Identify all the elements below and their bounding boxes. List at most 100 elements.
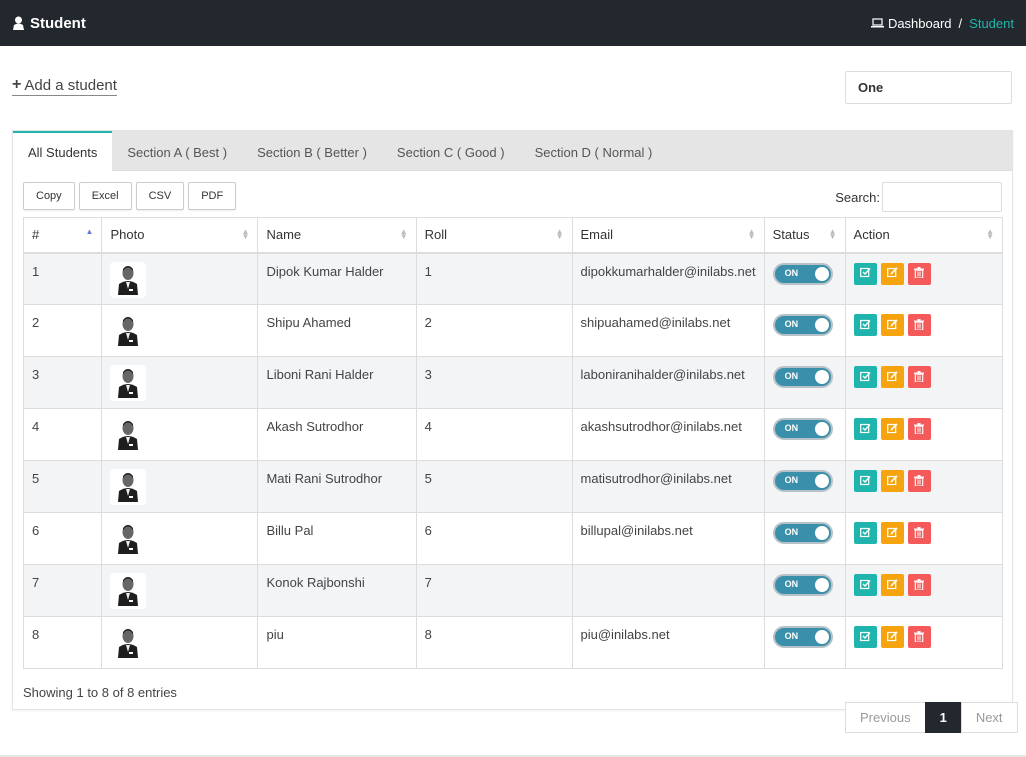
- trash-icon: [914, 370, 925, 385]
- delete-button[interactable]: [907, 522, 931, 544]
- breadcrumb-dashboard-link[interactable]: Dashboard: [870, 16, 952, 31]
- action-buttons: [853, 262, 994, 285]
- edit-button[interactable]: [880, 574, 904, 596]
- status-toggle-label: ON: [784, 475, 799, 485]
- add-student-link[interactable]: + Add a student: [12, 76, 117, 96]
- cell-photo: [101, 408, 259, 461]
- edit-button[interactable]: [880, 522, 904, 544]
- edit-button[interactable]: [880, 626, 904, 648]
- edit-icon: [886, 370, 898, 385]
- edit-button[interactable]: [880, 366, 904, 388]
- cell-name: Konok Rajbonshi: [257, 564, 417, 617]
- status-toggle[interactable]: ON: [772, 418, 833, 440]
- column-header-number[interactable]: # ▲: [22, 217, 103, 254]
- status-toggle-label: ON: [784, 631, 799, 641]
- section-tabs: All Students Section A ( Best ) Section …: [13, 131, 1012, 172]
- previous-button[interactable]: Previous: [845, 702, 926, 733]
- delete-button[interactable]: [907, 262, 931, 285]
- column-header-action[interactable]: Action ▲ ▼: [844, 217, 1004, 254]
- edit-button[interactable]: [880, 262, 904, 285]
- column-header-status[interactable]: Status ▲ ▼: [763, 217, 846, 254]
- toggle-knob: [814, 578, 829, 592]
- cell-photo: [101, 252, 259, 305]
- status-toggle[interactable]: ON: [772, 314, 833, 336]
- cell-status: ON: [763, 408, 846, 461]
- view-button[interactable]: [853, 522, 877, 544]
- edit-icon: [886, 318, 898, 333]
- view-button[interactable]: [853, 626, 877, 648]
- cell-action: [844, 408, 1004, 461]
- tab-section-a[interactable]: Section A ( Best ): [112, 131, 242, 171]
- edit-icon: [886, 474, 898, 489]
- next-button[interactable]: Next: [960, 702, 1018, 733]
- view-button[interactable]: [853, 470, 877, 492]
- delete-button[interactable]: [907, 626, 931, 648]
- excel-button[interactable]: Excel: [78, 182, 132, 210]
- cell-action: [844, 512, 1004, 565]
- table-row: 7 Konok Rajbonshi 7 ON: [22, 564, 1004, 617]
- column-label: Photo: [110, 227, 145, 243]
- csv-button[interactable]: CSV: [135, 182, 185, 210]
- status-toggle[interactable]: ON: [772, 366, 833, 388]
- page-1-button[interactable]: 1: [924, 702, 962, 733]
- edit-button[interactable]: [880, 470, 904, 492]
- delete-button[interactable]: [907, 314, 931, 336]
- edit-icon: [886, 526, 898, 541]
- view-button[interactable]: [853, 262, 877, 285]
- pdf-button[interactable]: PDF: [188, 182, 237, 210]
- search-input[interactable]: [882, 182, 1002, 212]
- student-avatar: [110, 625, 147, 661]
- status-toggle[interactable]: ON: [772, 262, 833, 285]
- view-button[interactable]: [853, 314, 877, 336]
- tab-section-c[interactable]: Section C ( Good ): [382, 131, 520, 171]
- cell-status: ON: [763, 304, 846, 357]
- column-header-name[interactable]: Name ▲ ▼: [257, 217, 417, 254]
- column-header-email[interactable]: Email ▲ ▼: [571, 217, 765, 254]
- tab-section-d[interactable]: Section D ( Normal ): [520, 131, 668, 171]
- toggle-knob: [814, 318, 829, 332]
- delete-button[interactable]: [907, 366, 931, 388]
- status-toggle-label: ON: [784, 319, 799, 329]
- sort-icon: ▲ ▼: [241, 227, 250, 241]
- column-label: Name: [266, 227, 302, 243]
- breadcrumb-separator: /: [958, 15, 963, 31]
- cell-name: Liboni Rani Halder: [257, 356, 417, 409]
- tab-section-b[interactable]: Section B ( Better ): [242, 131, 382, 171]
- view-button[interactable]: [853, 366, 877, 388]
- table-header-row: # ▲ Photo ▲ ▼ Name ▲ ▼ Roll ▲ ▼ Email ▲ ▼ Status ▲…: [22, 217, 1004, 254]
- delete-button[interactable]: [907, 470, 931, 492]
- delete-button[interactable]: [907, 418, 931, 440]
- tab-all-students[interactable]: All Students: [13, 131, 113, 172]
- status-toggle-label: ON: [784, 423, 799, 433]
- cell-email: [571, 564, 765, 617]
- student-avatar: [110, 365, 147, 401]
- column-header-roll[interactable]: Roll ▲ ▼: [415, 217, 573, 254]
- toggle-knob: [814, 474, 829, 488]
- students-table: # ▲ Photo ▲ ▼ Name ▲ ▼ Roll ▲ ▼ Email ▲ ▼ Status ▲…: [22, 217, 1004, 669]
- sort-icon: ▲ ▼: [399, 227, 408, 241]
- view-button[interactable]: [853, 574, 877, 596]
- view-button[interactable]: [853, 418, 877, 440]
- copy-button[interactable]: Copy: [23, 182, 75, 210]
- cell-action: [844, 616, 1004, 669]
- trash-icon: [914, 318, 925, 333]
- status-toggle[interactable]: ON: [772, 574, 833, 596]
- column-label: Email: [580, 227, 614, 243]
- column-header-photo[interactable]: Photo ▲ ▼: [101, 217, 259, 254]
- class-select[interactable]: One: [845, 71, 1012, 104]
- column-label: Status: [772, 227, 810, 243]
- check-square-icon: [859, 578, 871, 593]
- delete-button[interactable]: [907, 574, 931, 596]
- status-toggle[interactable]: ON: [772, 470, 833, 492]
- toggle-knob: [814, 266, 829, 281]
- search-label: Search:: [835, 189, 880, 205]
- cell-name: Shipu Ahamed: [257, 304, 417, 357]
- status-toggle[interactable]: ON: [772, 626, 833, 648]
- edit-icon: [886, 266, 898, 281]
- cell-action: [844, 252, 1004, 305]
- status-toggle[interactable]: ON: [772, 522, 833, 544]
- toggle-knob: [814, 422, 829, 436]
- cell-email: laboniranihalder@inilabs.net: [571, 356, 765, 409]
- edit-button[interactable]: [880, 314, 904, 336]
- edit-button[interactable]: [880, 418, 904, 440]
